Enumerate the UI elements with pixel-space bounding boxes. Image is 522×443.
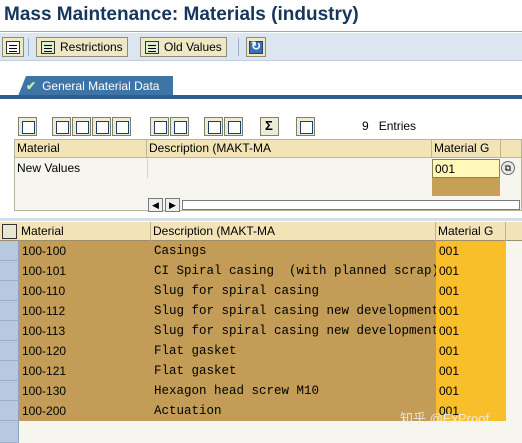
horizontal-scrollbar[interactable]: ◀ ▶: [148, 198, 520, 212]
material-cell[interactable]: 100-113: [19, 321, 151, 341]
old-values-label: Old Values: [164, 40, 222, 54]
table-row[interactable]: 100-120 Flat gasket 001: [0, 341, 522, 361]
material-group-cell[interactable]: 001: [436, 261, 506, 281]
column-header-material-group[interactable]: Material G: [436, 222, 506, 241]
table-row[interactable]: 100-130 Hexagon head screw M10 001: [0, 381, 522, 401]
material-cell[interactable]: 100-110: [19, 281, 151, 301]
scroll-track[interactable]: [182, 200, 520, 210]
new-values-row-label: New Values: [17, 161, 81, 175]
toolbar-separator: [28, 38, 29, 56]
material-cell[interactable]: 100-112: [19, 301, 151, 321]
refresh-icon: [249, 39, 263, 54]
material-group-blank-cell: [432, 178, 500, 196]
select-block-button[interactable]: [92, 117, 111, 136]
entries-label: Entries: [378, 119, 417, 133]
find-button[interactable]: [150, 117, 169, 136]
toolbar-separator: [238, 38, 239, 56]
row-selector[interactable]: [0, 301, 19, 321]
tab-general-material-data[interactable]: ✔ General Material Data: [18, 76, 174, 96]
material-cell[interactable]: 100-120: [19, 341, 151, 361]
filter-button[interactable]: [224, 117, 243, 136]
scroll-right-icon[interactable]: ▶: [165, 198, 180, 212]
material-group-cell[interactable]: 001: [436, 301, 506, 321]
copy-button[interactable]: [112, 117, 131, 136]
tab-label: General Material Data: [42, 79, 160, 93]
find-next-button[interactable]: [170, 117, 189, 136]
material-group-cell[interactable]: 001: [436, 361, 506, 381]
material-cell[interactable]: 100-200: [19, 401, 151, 421]
table-row[interactable]: 100-101 CI Spiral casing (with planned sc…: [0, 261, 522, 281]
description-cell[interactable]: CI Spiral casing (with planned scrap): [151, 261, 436, 281]
table-row[interactable]: 100-113 Slug for spiral casing new develo…: [0, 321, 522, 341]
new-description-cell[interactable]: [147, 159, 432, 178]
new-values-blank-row: [15, 178, 521, 196]
material-group-cell[interactable]: 001: [436, 281, 506, 301]
new-values-row: New Values 001 ⧉: [15, 159, 521, 178]
title-bar: Mass Maintenance: Materials (industry): [0, 0, 522, 32]
description-cell[interactable]: Slug for spiral casing new development 2: [151, 321, 436, 341]
table-divider: [0, 218, 522, 221]
material-group-cell[interactable]: 001: [436, 381, 506, 401]
entries-indicator: 9 Entries: [362, 119, 416, 133]
description-cell[interactable]: Actuation: [151, 401, 436, 421]
row-selector[interactable]: [0, 241, 19, 261]
sum-button[interactable]: [260, 117, 279, 136]
table-row[interactable]: 100-100 Casings 001: [0, 241, 522, 261]
watermark-text: 知乎 @ExProof: [400, 411, 490, 426]
row-selector[interactable]: [0, 361, 19, 381]
restrictions-label: Restrictions: [60, 40, 123, 54]
refresh-button[interactable]: [246, 37, 266, 57]
description-cell[interactable]: Slug for spiral casing new development 1: [151, 301, 436, 321]
material-cell[interactable]: 100-101: [19, 261, 151, 281]
sort-ascending-button[interactable]: [204, 117, 223, 136]
description-cell[interactable]: Hexagon head screw M10: [151, 381, 436, 401]
print-button[interactable]: [296, 117, 315, 136]
scroll-left-icon[interactable]: ◀: [148, 198, 163, 212]
material-cell[interactable]: 100-130: [19, 381, 151, 401]
row-selector[interactable]: [0, 421, 19, 443]
material-cell[interactable]: 100-121: [19, 361, 151, 381]
restrictions-button[interactable]: Restrictions: [36, 37, 128, 57]
row-selector[interactable]: [0, 401, 19, 421]
deselect-all-button[interactable]: [72, 117, 91, 136]
row-selector[interactable]: [0, 281, 19, 301]
row-selector[interactable]: [0, 341, 19, 361]
material-group-input[interactable]: 001: [432, 159, 500, 178]
description-cell[interactable]: Casings: [151, 241, 436, 261]
window-title: Mass Maintenance: Materials (industry): [4, 4, 359, 25]
material-cell[interactable]: 100-100: [19, 241, 151, 261]
column-header-description[interactable]: Description (MAKT-MA: [151, 222, 436, 241]
old-values-icon: [145, 40, 159, 54]
column-header-material[interactable]: Material: [15, 140, 147, 158]
entries-count: 9: [362, 119, 369, 133]
description-cell[interactable]: Flat gasket: [151, 361, 436, 381]
row-selector[interactable]: [0, 321, 19, 341]
list-icon: [6, 40, 20, 54]
table-row[interactable]: 100-121 Flat gasket 001: [0, 361, 522, 381]
column-header-material[interactable]: Material: [19, 222, 151, 241]
select-all-button[interactable]: [52, 117, 71, 136]
restrictions-icon: [41, 40, 55, 54]
select-all-rows-icon[interactable]: [2, 224, 17, 239]
old-values-button[interactable]: Old Values: [140, 37, 227, 57]
column-header-description[interactable]: Description (MAKT-MA: [147, 140, 432, 158]
table-row[interactable]: 100-110 Slug for spiral casing 001: [0, 281, 522, 301]
choose-button[interactable]: [2, 37, 24, 57]
checkmark-icon: ✔: [26, 79, 37, 93]
new-values-header: Material Description (MAKT-MA Material G: [15, 140, 521, 158]
table-row[interactable]: 100-112 Slug for spiral casing new develo…: [0, 301, 522, 321]
value-help-icon[interactable]: ⧉: [501, 161, 515, 175]
material-group-cell[interactable]: 001: [436, 241, 506, 261]
column-header-material-group[interactable]: Material G: [432, 140, 501, 158]
application-toolbar: Restrictions Old Values: [0, 33, 522, 61]
details-button[interactable]: [18, 117, 37, 136]
description-cell[interactable]: Flat gasket: [151, 341, 436, 361]
row-selector[interactable]: [0, 261, 19, 281]
materials-header: Material Description (MAKT-MA Material G: [0, 222, 522, 241]
material-group-cell[interactable]: 001: [436, 341, 506, 361]
material-group-cell[interactable]: 001: [436, 321, 506, 341]
grid-toolbar: 9 Entries: [14, 117, 522, 139]
row-selector[interactable]: [0, 381, 19, 401]
description-cell[interactable]: Slug for spiral casing: [151, 281, 436, 301]
